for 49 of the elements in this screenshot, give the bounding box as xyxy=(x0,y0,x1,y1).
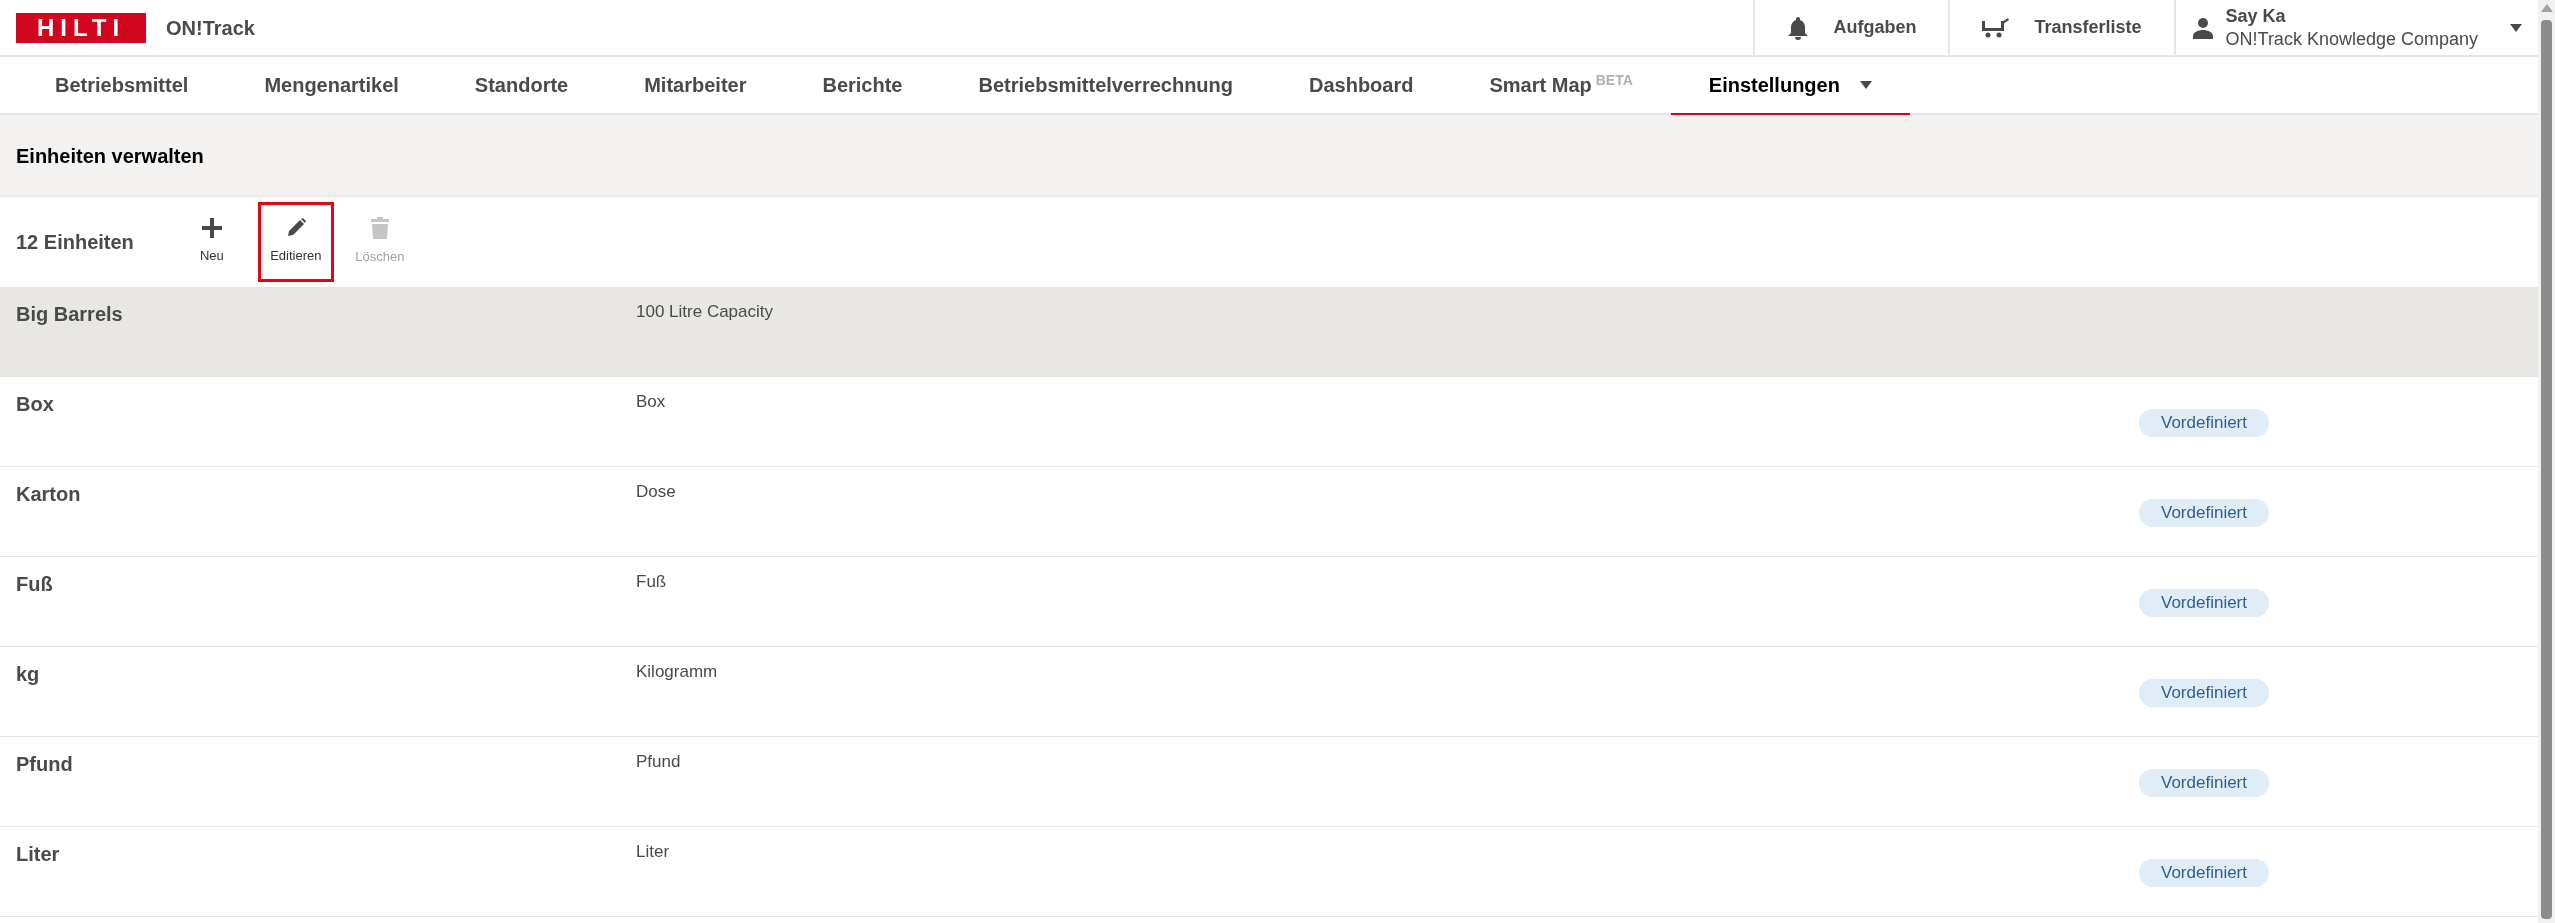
unit-name: Fuß xyxy=(16,573,53,595)
unit-description: 100 Litre Capacity xyxy=(636,302,774,321)
unit-description: Pfund xyxy=(636,752,681,771)
unit-name: Liter xyxy=(16,843,60,865)
section-title: Einheiten verwalten xyxy=(16,143,204,169)
nav-tab[interactable]: Standorte xyxy=(436,57,607,115)
nav-tab[interactable]: Betriebsmittelverrechnung xyxy=(940,57,1271,115)
predefined-badge: Vordefiniert xyxy=(2139,769,2269,797)
predefined-badge: Vordefiniert xyxy=(2139,589,2269,617)
hilti-logo: HILTI xyxy=(16,12,146,43)
scrollbar-thumb[interactable] xyxy=(2541,20,2552,919)
unit-name: Pfund xyxy=(16,753,73,775)
nav-tab[interactable]: Mitarbeiter xyxy=(606,57,785,115)
caret-icon[interactable] xyxy=(2510,23,2522,32)
predefined-badge: Vordefiniert xyxy=(2139,679,2269,707)
unit-description: Liter xyxy=(636,842,670,861)
trash-icon xyxy=(370,217,389,240)
header-action[interactable]: Aufgaben xyxy=(1753,0,1949,55)
toolbar-button[interactable]: Editieren xyxy=(257,202,334,282)
header-action[interactable]: Transferliste xyxy=(1948,0,2174,55)
toolbar-button[interactable]: Neu xyxy=(173,202,250,282)
user-icon xyxy=(2191,16,2214,39)
unit-name: Big Barrels xyxy=(16,303,123,325)
predefined-badge: Vordefiniert xyxy=(2139,499,2269,527)
nav-tab[interactable]: Dashboard xyxy=(1271,57,1452,115)
unit-description: Dose xyxy=(636,482,676,501)
nav-tab[interactable]: Berichte xyxy=(784,57,941,115)
scroll-up-icon[interactable] xyxy=(2540,4,2553,12)
unit-description: Box xyxy=(636,392,666,411)
cart-icon xyxy=(1982,16,2011,39)
scrollbar[interactable] xyxy=(2538,0,2555,923)
unit-count: 12 Einheiten xyxy=(16,230,134,255)
user-name: Say Ka xyxy=(2225,5,2287,28)
nav-tab[interactable]: Mengenartikel xyxy=(226,57,437,115)
unit-name: kg xyxy=(16,663,40,685)
nav-tab[interactable]: Smart Map $^{BETA}$ xyxy=(1451,57,1671,115)
company-name: ON!Track Knowledge Company xyxy=(2225,27,2478,50)
unit-description: Fuß xyxy=(636,572,667,591)
app-name: ON!Track xyxy=(166,15,255,41)
unit-name: Box xyxy=(16,393,54,415)
pencil-icon xyxy=(285,218,306,239)
nav-tab[interactable]: Betriebsmittel xyxy=(55,57,227,115)
unit-name: Karton xyxy=(16,483,81,505)
plus-icon xyxy=(201,218,222,239)
predefined-badge: Vordefiniert xyxy=(2139,409,2269,437)
unit-description: Kilogramm xyxy=(636,662,718,681)
table-row[interactable]: Big Barrels 100 Litre Capacity xyxy=(0,287,2538,377)
bell-icon xyxy=(1787,15,1810,40)
predefined-badge: Vordefiniert xyxy=(2139,859,2269,887)
